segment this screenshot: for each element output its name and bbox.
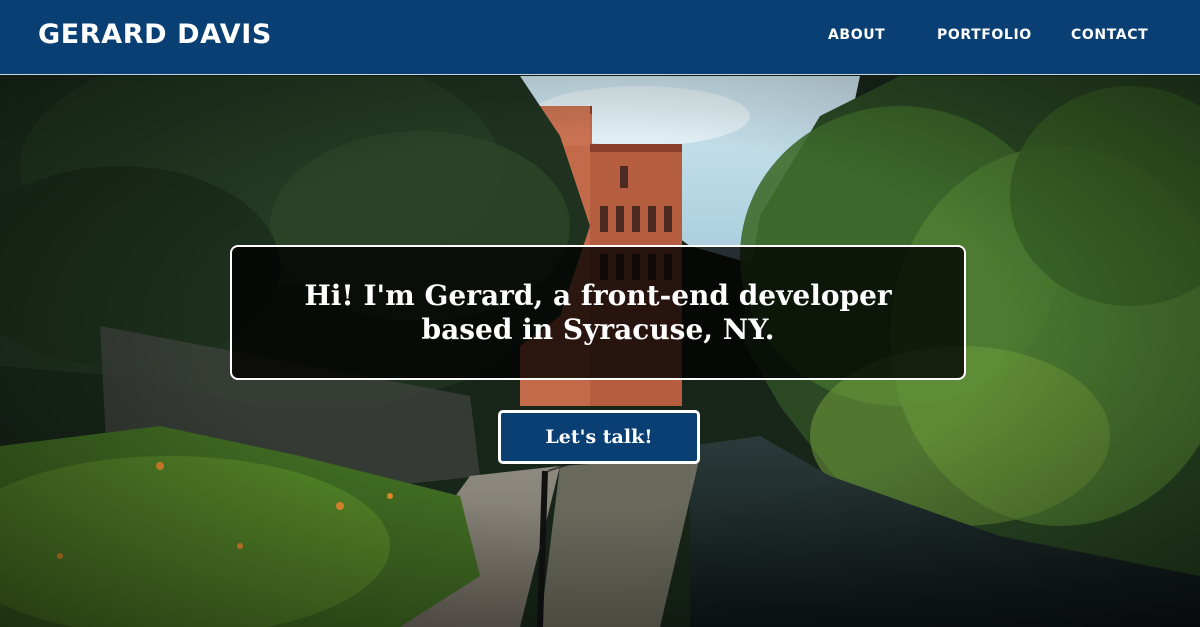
nav-link-about[interactable]: ABOUT [828,27,885,43]
nav-link-portfolio[interactable]: PORTFOLIO [937,27,1032,43]
hero-headline: Hi! I'm Gerard, a front-end developer ba… [304,278,892,346]
hero-headline-box: Hi! I'm Gerard, a front-end developer ba… [230,245,966,380]
site-logo-text[interactable]: GERARD DAVIS [38,19,272,50]
nav-link-contact[interactable]: CONTACT [1071,27,1148,43]
site-header: GERARD DAVIS ABOUT PORTFOLIO CONTACT [0,0,1200,75]
hero-section: Hi! I'm Gerard, a front-end developer ba… [0,76,1200,627]
lets-talk-button[interactable]: Let's talk! [498,410,700,464]
